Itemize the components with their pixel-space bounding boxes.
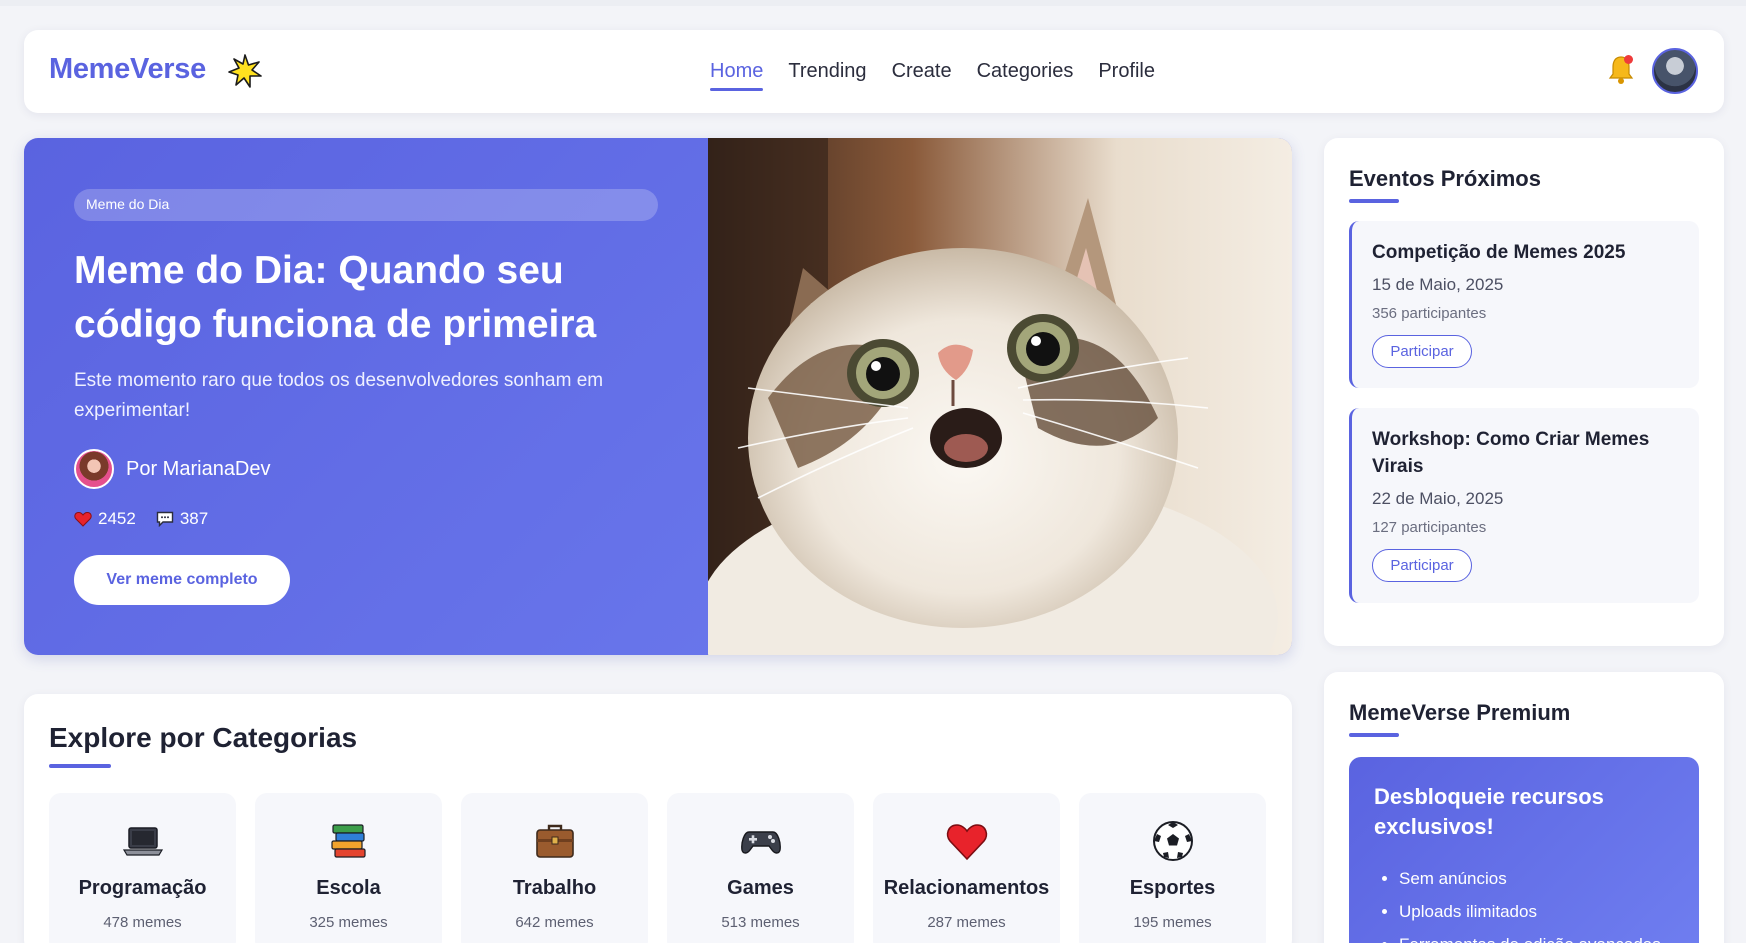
nav-create[interactable]: Create (892, 60, 952, 83)
premium-title: MemeVerse Premium (1349, 700, 1571, 725)
meme-of-day-badge: Meme do Dia (74, 189, 658, 221)
gamepad-icon (740, 831, 781, 854)
categories-section: Explore por Categorias Programação 478 m… (24, 694, 1292, 943)
title-underline (1349, 199, 1399, 203)
heart-icon (74, 511, 92, 527)
top-strip (0, 0, 1746, 6)
nav-trending[interactable]: Trending (788, 60, 866, 83)
comments-stat[interactable]: 387 (156, 509, 208, 529)
event-name: Workshop: Como Criar Memes Virais (1372, 429, 1650, 477)
header: MemeVerse Home Trending Create Categorie… (24, 30, 1724, 113)
category-count: 478 memes (103, 914, 182, 931)
category-name: Programação (78, 877, 207, 899)
author-avatar[interactable] (74, 449, 114, 489)
speech-bubble-icon (156, 511, 174, 527)
category-card-trabalho[interactable]: Trabalho 642 memes (461, 793, 648, 943)
categories-title: Explore por Categorias (49, 722, 358, 753)
nav-categories[interactable]: Categories (977, 60, 1074, 83)
user-avatar[interactable] (1652, 48, 1698, 94)
author-name[interactable]: Por MarianaDev (126, 458, 271, 481)
view-meme-button[interactable]: Ver meme completo (74, 555, 290, 605)
event-participants: 356 participantes (1372, 305, 1487, 322)
category-count: 513 memes (721, 914, 800, 931)
soccer-ball-icon (1152, 821, 1193, 861)
likes-stat[interactable]: 2452 (74, 509, 136, 529)
laptop-icon (122, 827, 163, 856)
premium-headline: Desbloqueie recursos exclusivos! (1374, 784, 1604, 839)
category-card-escola[interactable]: Escola 325 memes (255, 793, 442, 943)
category-count: 287 memes (927, 914, 1006, 931)
briefcase-icon (535, 824, 574, 858)
event-participants: 127 participantes (1372, 519, 1487, 536)
event-date: 22 de Maio, 2025 (1372, 489, 1504, 508)
event-item: Competição de Memes 2025 15 de Maio, 202… (1349, 221, 1699, 388)
books-icon (330, 824, 366, 858)
category-name: Escola (316, 877, 381, 899)
join-event-button[interactable]: Participar (1372, 549, 1472, 582)
logo[interactable]: MemeVerse (49, 53, 206, 86)
category-card-games[interactable]: Games 513 memes (667, 793, 854, 943)
event-name: Competição de Memes 2025 (1372, 242, 1626, 263)
main-nav: Home Trending Create Categories Profile (710, 60, 1155, 91)
category-card-programacao[interactable]: Programação 478 memes (49, 793, 236, 943)
hero-subtitle: Este momento raro que todos os desenvolv… (74, 370, 604, 421)
likes-count: 2452 (98, 509, 136, 528)
premium-feature: Uploads ilimitados (1399, 895, 1661, 928)
category-count: 325 memes (309, 914, 388, 931)
hero-title: Meme do Dia: Quando seu código funciona … (74, 249, 597, 346)
title-underline (1349, 733, 1399, 737)
shocked-cat-image[interactable] (708, 138, 1292, 655)
category-card-esportes[interactable]: Esportes 195 memes (1079, 793, 1266, 943)
event-date: 15 de Maio, 2025 (1372, 275, 1504, 294)
premium-features: Sem anúncios Uploads ilimitados Ferramen… (1399, 862, 1661, 943)
featured-meme: Meme do Dia Meme do Dia: Quando seu códi… (24, 138, 1292, 655)
premium-feature: Sem anúncios (1399, 862, 1661, 895)
category-name: Relacionamentos (883, 877, 1050, 899)
nav-home[interactable]: Home (710, 60, 764, 91)
title-underline (49, 764, 111, 768)
join-event-button[interactable]: Participar (1372, 335, 1472, 368)
upcoming-events-card: Eventos Próximos Competição de Memes 202… (1324, 138, 1724, 646)
comments-count: 387 (179, 509, 209, 528)
premium-feature: Ferramentas de edição avançadas (1399, 928, 1661, 943)
event-item: Workshop: Como Criar Memes Virais 22 de … (1349, 408, 1699, 603)
category-count: 195 memes (1133, 914, 1212, 931)
category-name: Esportes (1129, 877, 1216, 899)
category-count: 642 memes (515, 914, 594, 931)
category-card-relacionamentos[interactable]: Relacionamentos 287 memes (873, 793, 1060, 943)
events-title: Eventos Próximos (1349, 166, 1541, 191)
category-name: Trabalho (512, 877, 597, 899)
category-name: Games (727, 877, 794, 899)
premium-promo[interactable]: Desbloqueie recursos exclusivos! Sem anú… (1349, 757, 1699, 943)
premium-card: MemeVerse Premium Desbloqueie recursos e… (1324, 672, 1724, 943)
sparkle-star-icon (228, 54, 262, 88)
heart-icon (946, 824, 987, 861)
notification-dot (1624, 55, 1633, 64)
nav-profile[interactable]: Profile (1098, 60, 1155, 83)
meme-stats: 2452 387 (74, 509, 208, 529)
